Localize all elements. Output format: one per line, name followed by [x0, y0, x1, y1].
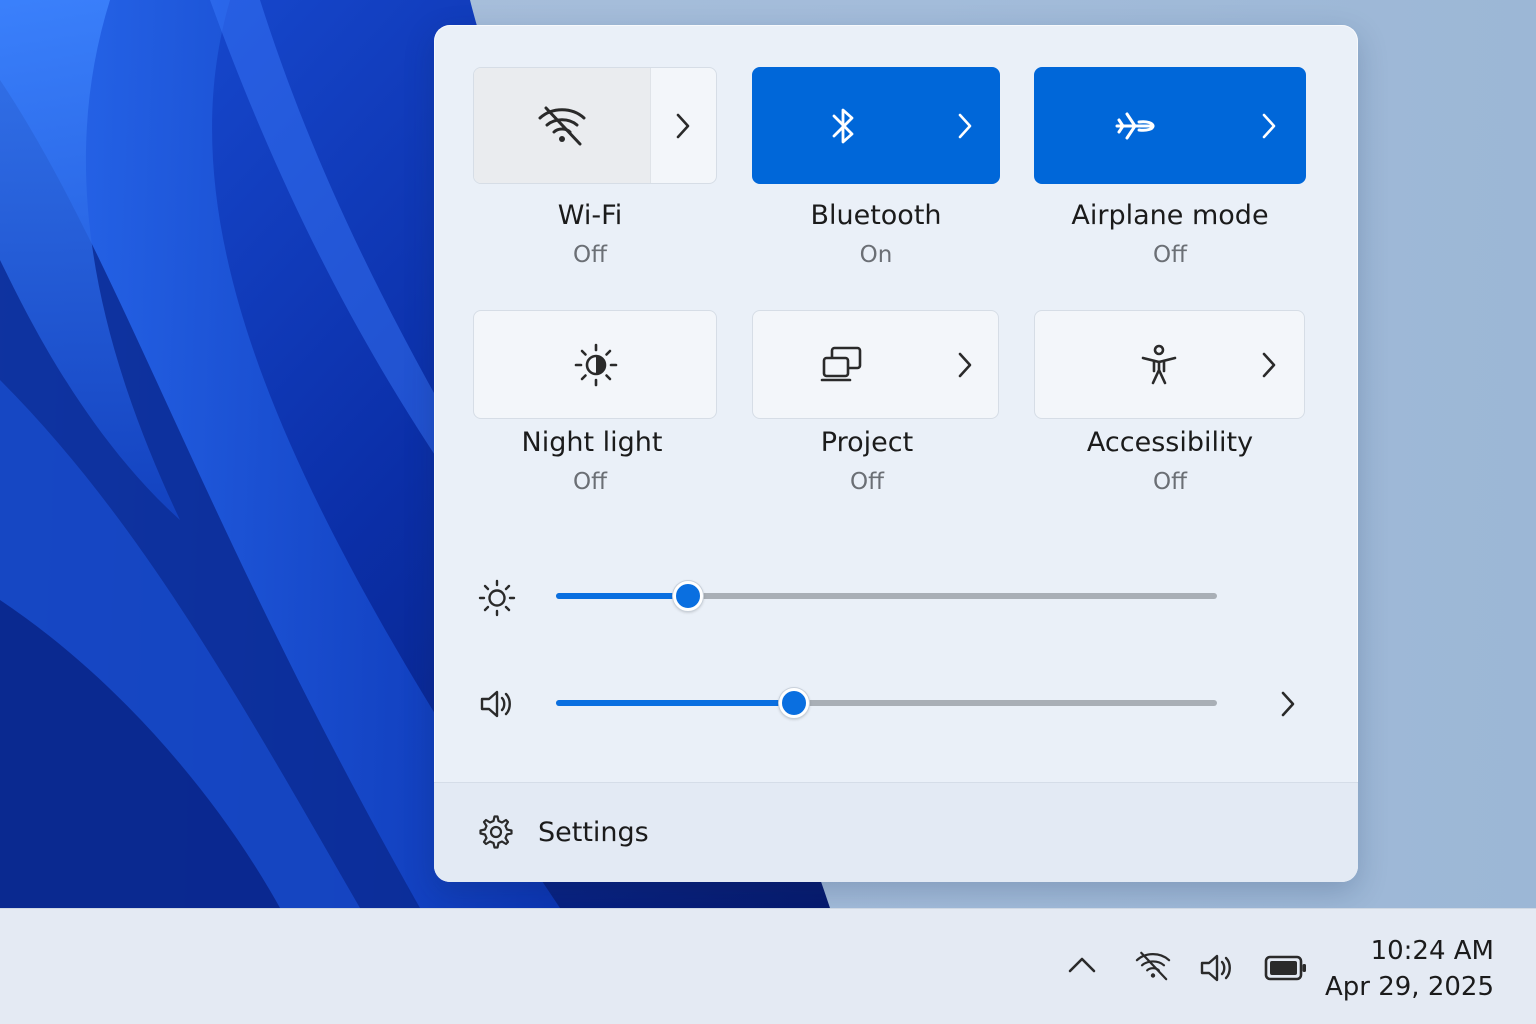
quick-settings-flyout: Wi-Fi Off Bluetooth On Airplane mode Off… [434, 25, 1358, 882]
bluetooth-label: Bluetooth [810, 200, 942, 231]
bluetooth-expand-button[interactable] [931, 68, 999, 183]
taskbar: 10:24 AM Apr 29, 2025 [0, 908, 1536, 1024]
wifi-expand-button[interactable] [650, 68, 716, 183]
chevron-right-icon [1262, 352, 1276, 377]
night-light-toggle[interactable] [474, 311, 716, 418]
night-light-icon [574, 343, 618, 386]
accessibility-icon [1141, 344, 1177, 384]
bluetooth-tile[interactable] [752, 67, 1000, 184]
volume-output-button[interactable] [1278, 689, 1298, 723]
brightness-slider-fill [556, 593, 689, 599]
bluetooth-icon [832, 108, 854, 143]
chevron-right-icon [958, 352, 971, 377]
brightness-icon [478, 579, 516, 621]
chevron-up-icon [1068, 957, 1096, 973]
accessibility-state: Off [1153, 469, 1187, 495]
airplane-mode-tile[interactable] [1034, 67, 1306, 184]
wifi-tile[interactable] [473, 67, 717, 184]
network-tray-button[interactable] [1134, 949, 1172, 987]
project-state: Off [850, 469, 884, 495]
clock-date: Apr 29, 2025 [1324, 972, 1494, 1002]
wifi-toggle[interactable] [474, 68, 651, 183]
wifi-label: Wi-Fi [557, 200, 623, 231]
volume-slider[interactable] [556, 688, 1217, 718]
project-label: Project [820, 427, 914, 458]
brightness-slider[interactable] [556, 581, 1217, 611]
battery-icon [1264, 955, 1306, 981]
chevron-right-icon [958, 113, 972, 138]
project-icon [820, 346, 862, 381]
volume-icon [1200, 954, 1231, 982]
show-hidden-icons-button[interactable] [1066, 953, 1098, 979]
chevron-right-icon [1281, 691, 1295, 717]
volume-slider-fill [556, 700, 794, 706]
bluetooth-state: On [859, 242, 893, 268]
project-toggle[interactable] [753, 311, 933, 418]
battery-tray-button[interactable] [1264, 953, 1308, 987]
wifi-off-icon [538, 106, 586, 145]
gear-icon [479, 815, 513, 849]
wifi-state: Off [573, 242, 607, 268]
airplane-mode-label: Airplane mode [1071, 200, 1269, 231]
chevron-right-icon [676, 113, 690, 138]
project-expand-button[interactable] [931, 311, 998, 418]
volume-icon[interactable] [478, 685, 516, 727]
chevron-right-icon [1262, 113, 1276, 138]
bluetooth-toggle[interactable] [753, 68, 933, 183]
clock-time: 10:24 AM [1370, 936, 1494, 966]
airplane-mode-state: Off [1153, 242, 1187, 268]
night-light-tile[interactable] [473, 310, 717, 419]
accessibility-label: Accessibility [1086, 427, 1254, 458]
accessibility-expand-button[interactable] [1234, 311, 1304, 418]
quick-settings-footer: Settings [434, 782, 1358, 882]
wifi-off-icon [1135, 951, 1171, 981]
clock-button[interactable]: 10:24 AM Apr 29, 2025 [1325, 933, 1494, 1005]
volume-slider-thumb[interactable] [778, 688, 809, 718]
settings-label: Settings [538, 816, 649, 848]
airplane-icon [1115, 112, 1155, 139]
accessibility-tile[interactable] [1034, 310, 1305, 419]
brightness-slider-thumb[interactable] [673, 581, 704, 611]
settings-button[interactable]: Settings [478, 814, 649, 850]
night-light-state: Off [573, 469, 607, 495]
project-tile[interactable] [752, 310, 999, 419]
airplane-mode-expand-button[interactable] [1233, 68, 1305, 183]
night-light-label: Night light [521, 427, 663, 458]
airplane-mode-toggle[interactable] [1035, 68, 1235, 183]
volume-tray-button[interactable] [1198, 949, 1236, 991]
